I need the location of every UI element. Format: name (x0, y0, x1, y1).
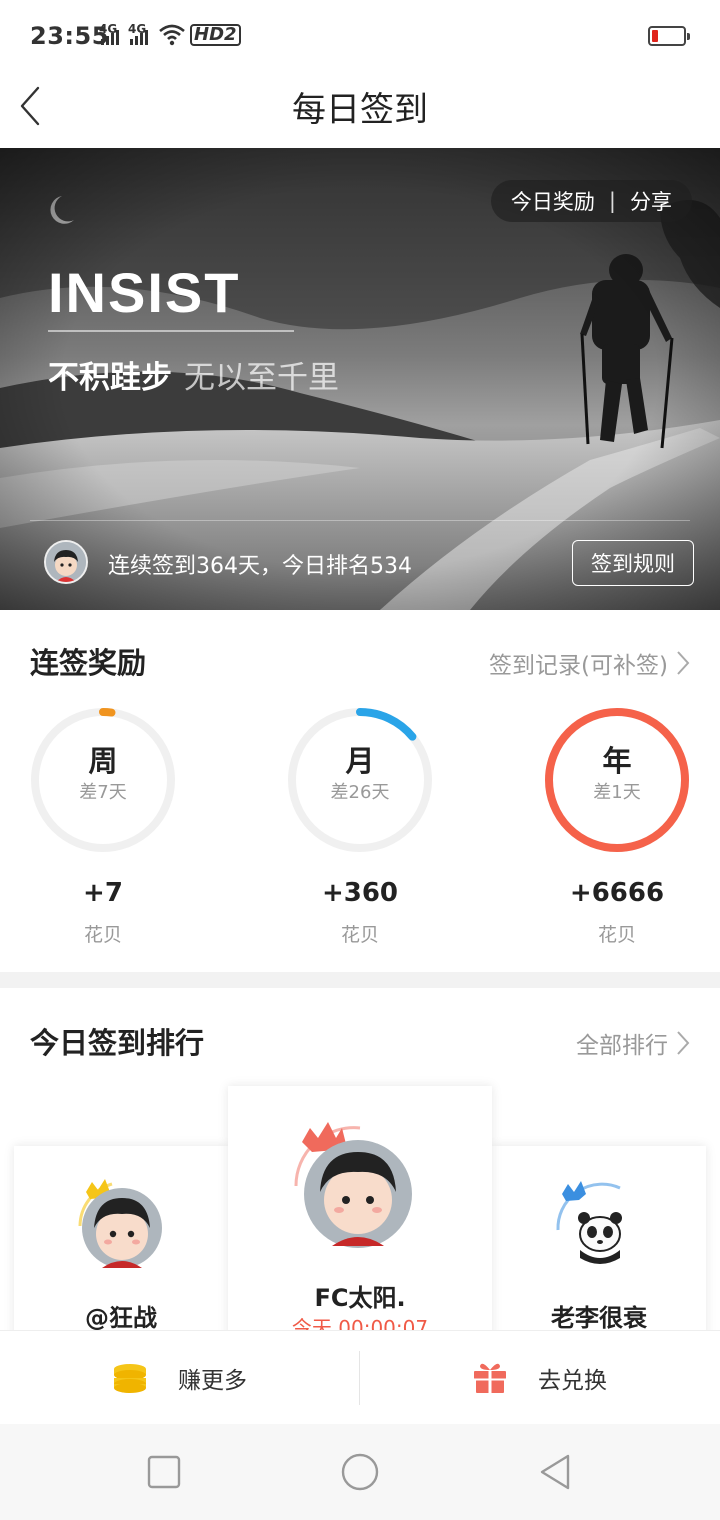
battery-level (652, 30, 658, 42)
today-reward-link[interactable]: 今日奖励 (511, 186, 595, 216)
ranking-card-third[interactable]: 老李很衰 (492, 1146, 706, 1330)
ranking-title: 今日签到排行 (30, 1026, 205, 1060)
earn-more-button[interactable]: 赚更多 (112, 1331, 247, 1425)
section-gap (0, 972, 720, 988)
circle-icon[interactable] (340, 1452, 380, 1492)
ring-label-week: 周 (88, 744, 118, 778)
earn-more-label: 赚更多 (178, 1368, 247, 1394)
reward-unit-week: 花贝 (83, 924, 122, 946)
ranking-time-first: 今天 00:00:07 (291, 1316, 429, 1330)
hero-motto: 不积跬步 无以至千里 (48, 352, 339, 397)
ranking-card-first[interactable]: FC太阳. 今天 00:00:07 (228, 1086, 492, 1330)
ranking-card-second[interactable]: @狂战 (14, 1146, 228, 1330)
hero-banner: 今日奖励 | 分享 INSIST 不积跬步 无以至千里 连续签到364天，今日排名… (0, 148, 720, 610)
ranking-name-first: FC太阳. (314, 1284, 406, 1312)
signal-bars-2-icon (130, 30, 148, 45)
redeem-button[interactable]: 去兑换 (472, 1331, 607, 1425)
hero-divider (30, 520, 690, 521)
checkin-record-link[interactable]: 签到记录(可补签) (489, 646, 690, 680)
reward-bonus-month: +360 (321, 878, 399, 908)
reward-bonus-year: +6666 (569, 878, 665, 908)
crown-avatar-second (78, 1179, 162, 1268)
status-bar: 23:55 4G 4G HD2 (0, 0, 720, 72)
motto-soft: 无以至千里 (184, 360, 339, 396)
battery-icon (648, 26, 690, 46)
reward-unit-month: 花贝 (340, 924, 379, 946)
daily-ranking-section: 今日签到排行 全部排行 @狂战 老李很衰 FC太阳. 今天 00:00:07 (0, 988, 720, 1330)
wifi-icon (158, 22, 186, 50)
reward-ring-year[interactable]: 年 差1天 (543, 706, 691, 854)
user-avatar[interactable] (44, 540, 88, 584)
reward-ring-week[interactable]: 周 差7天 (29, 706, 177, 854)
ring-label-month: 月 (345, 744, 375, 778)
headline-underline (48, 330, 294, 332)
chevron-right-icon (677, 651, 690, 675)
motto-bold: 不积跬步 (48, 360, 172, 396)
reward-ring-month[interactable]: 月 差26天 (286, 706, 434, 854)
page-title: 每日签到 (292, 90, 428, 130)
ring-remaining-week: 差7天 (79, 782, 127, 803)
all-ranking-label: 全部排行 (576, 1033, 668, 1059)
ring-label-year: 年 (602, 744, 632, 778)
hero-headline: INSIST (48, 261, 241, 324)
rewards-title: 连签奖励 (30, 646, 147, 680)
gift-icon (474, 1363, 506, 1393)
chevron-right-icon (677, 1031, 690, 1055)
ranking-name-third: 老李很衰 (551, 1304, 647, 1330)
coins-icon (114, 1364, 146, 1393)
actions-divider (359, 1351, 360, 1405)
signal-bars-1-icon (101, 30, 119, 45)
redeem-label: 去兑换 (538, 1368, 607, 1394)
streak-summary: 连续签到364天，今日排名534 (108, 554, 412, 579)
crown-avatar-third (556, 1181, 636, 1266)
reward-bonus-week: +7 (83, 878, 123, 908)
share-link[interactable]: 分享 (630, 186, 672, 216)
ring-remaining-year: 差1天 (593, 782, 641, 803)
reward-unit-year: 花贝 (597, 924, 636, 946)
checkin-rules-button[interactable]: 签到规则 (572, 540, 694, 586)
square-icon[interactable] (144, 1452, 184, 1492)
all-ranking-link[interactable]: 全部排行 (576, 1026, 690, 1060)
hero-actions-pill: 今日奖励 | 分享 (490, 180, 692, 222)
crown-avatar-first (294, 1122, 412, 1248)
ranking-name-second: @狂战 (85, 1304, 157, 1330)
streak-rewards-section: 连签奖励 签到记录(可补签) 周 差7天 +7 花贝 月 差26天 +360 花… (0, 610, 720, 972)
checkin-record-label: 签到记录(可补签) (489, 653, 668, 679)
pill-separator: | (608, 189, 616, 213)
nav-bar: 每日签到 (0, 72, 720, 148)
hd-voice-icon: HD2 (190, 24, 241, 46)
status-time: 23:55 (30, 22, 109, 50)
ring-remaining-month: 差26天 (330, 782, 390, 803)
triangle-back-icon[interactable] (536, 1452, 576, 1492)
bottom-actions: 赚更多 去兑换 (0, 1330, 720, 1424)
system-navigation-bar (0, 1424, 720, 1520)
